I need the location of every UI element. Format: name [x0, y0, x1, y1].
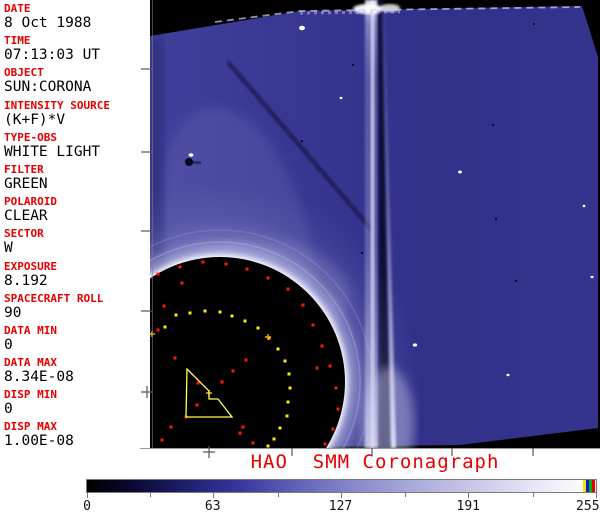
- colorbar-minor-tick: [149, 493, 151, 497]
- colorbar-tick-label: 127: [328, 499, 353, 512]
- colorbar-tick: [212, 493, 214, 498]
- image-content: [150, 0, 598, 448]
- colorbar-tick-label: 63: [204, 499, 221, 512]
- colorbar-tick: [596, 493, 597, 498]
- colorbar-tick-label: 0: [83, 499, 91, 512]
- colorbar: [86, 479, 597, 493]
- colorbar-tick: [468, 493, 470, 498]
- coronagraph-viewer-window: DATE 8 Oct 1988 TIME 07:13:03 UT OBJECT SUN:C…: [0, 0, 600, 512]
- colorbar-tick: [87, 493, 88, 498]
- colorbar-tick-label: 255: [576, 499, 600, 512]
- colorbar-tick-label: 191: [456, 499, 480, 512]
- page-title: HAO SMM Coronagraph: [250, 451, 500, 473]
- colorbar-marker-stripe: [592, 480, 595, 492]
- colorbar-minor-tick: [533, 493, 535, 497]
- colorbar-minor-tick: [277, 493, 279, 497]
- colorbar-ticks: 0 63 127 191 255: [83, 493, 600, 512]
- colorbar-tick: [340, 493, 342, 498]
- colorbar-minor-tick: [405, 493, 407, 497]
- coronagraph-image: [140, 0, 600, 458]
